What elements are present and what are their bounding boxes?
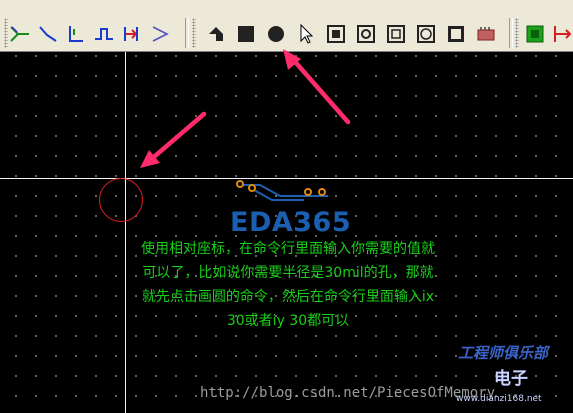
watermark-elec: 电子 — [494, 369, 528, 389]
annotation-line: 30或者iy 30都可以 — [226, 313, 350, 329]
annotation-line: 可以了，比如说你需要半径是30mil的孔，那就 — [142, 265, 434, 281]
watermark-site: www.dianzi168.net — [456, 394, 542, 404]
annotation-line: 就先点击画圆的命令，然后在命令行里面输入ix — [141, 289, 435, 305]
eda365-logo-graphic — [236, 180, 328, 201]
watermark-club: 工程师俱乐部 — [458, 344, 549, 362]
eda365-logo-text: EDA365 — [230, 207, 352, 238]
watermark-url: http://blog.csdn.net/PiecesOfMemory — [200, 385, 496, 401]
arrow-to-circle — [140, 111, 207, 168]
annotation-text: 使用相对座标，在命令行里面输入你需要的值就 可以了，比如说你需要半径是30mil… — [138, 237, 438, 333]
arrow-to-toolbar — [283, 49, 351, 125]
annotation-line: 使用相对座标，在命令行里面输入你需要的值就 — [141, 241, 435, 257]
